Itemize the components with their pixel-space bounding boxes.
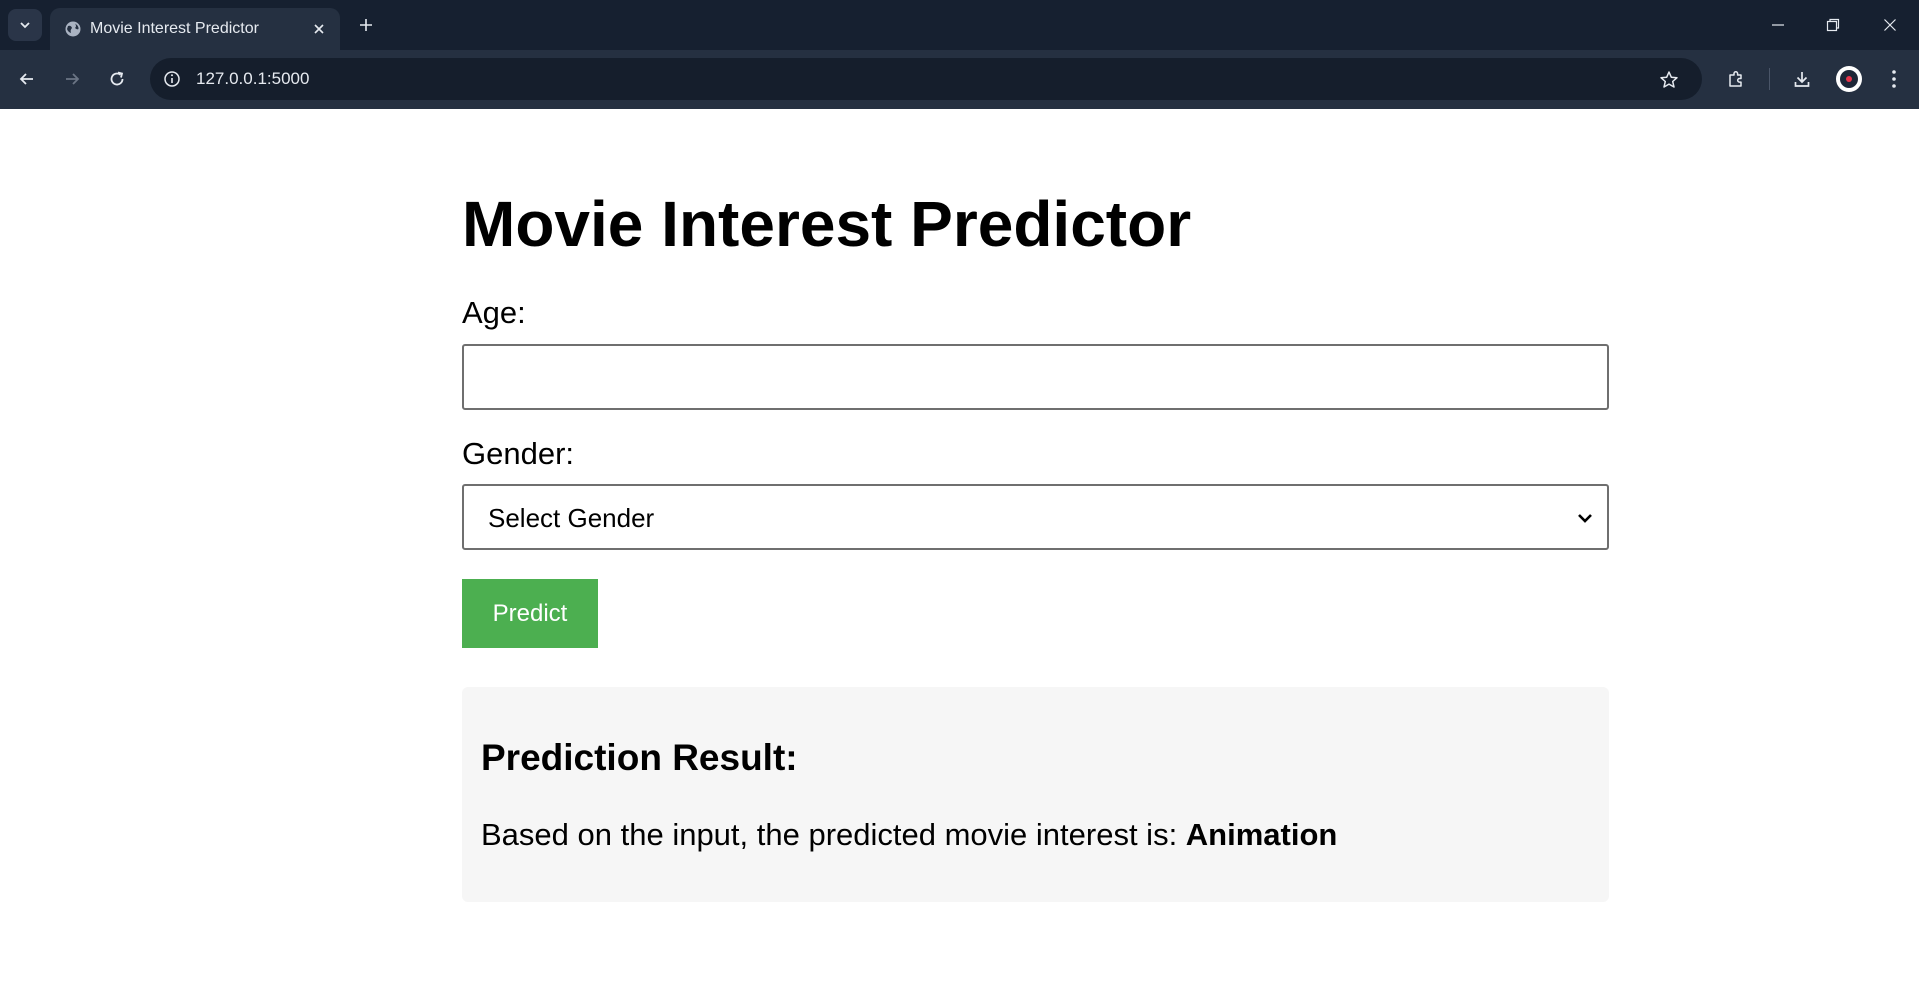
tab-title: Movie Interest Predictor [90, 20, 259, 37]
minimize-icon [1772, 24, 1784, 26]
plus-icon [360, 19, 372, 31]
close-window-button[interactable] [1872, 10, 1908, 40]
predict-button[interactable]: Predict [462, 579, 598, 648]
info-icon[interactable] [162, 69, 182, 89]
restore-button[interactable] [1815, 10, 1851, 40]
result-title: Prediction Result: [481, 737, 798, 778]
toolbar-divider [1769, 68, 1770, 90]
restore-icon [1826, 18, 1840, 32]
new-tab-button[interactable] [352, 11, 380, 39]
address-bar[interactable]: 127.0.0.1:5000 [150, 58, 1702, 100]
puzzle-icon [1729, 70, 1742, 87]
downloads-button[interactable] [1787, 64, 1817, 94]
gender-label: Gender: [462, 436, 575, 471]
arrow-right-icon [66, 73, 80, 85]
minimize-button[interactable] [1760, 10, 1796, 40]
profile-avatar[interactable] [1836, 66, 1862, 92]
prediction-result-panel: Prediction Result: Based on the input, t… [462, 687, 1609, 902]
reload-icon [110, 71, 124, 86]
age-input[interactable] [462, 344, 1609, 410]
gender-select[interactable]: Select Gender [462, 484, 1609, 550]
browser-tabstrip: Movie Interest Predictor [0, 0, 1919, 50]
bookmark-button[interactable] [1656, 67, 1682, 93]
browser-toolbar: 127.0.0.1:5000 [0, 50, 1919, 109]
gender-select-value: Select Gender [488, 503, 655, 533]
star-icon [1660, 71, 1678, 88]
back-button[interactable] [12, 64, 42, 94]
address-url: 127.0.0.1:5000 [196, 69, 310, 88]
download-icon [1794, 72, 1810, 87]
result-text-prefix: Based on the input, the predicted movie … [481, 817, 1186, 852]
avatar-dot [1846, 76, 1852, 82]
arrow-left-icon [19, 73, 33, 85]
avatar-icon [1840, 70, 1858, 88]
page-title: Movie Interest Predictor [462, 188, 1192, 260]
close-icon [314, 24, 324, 34]
forward-button[interactable] [57, 64, 87, 94]
result-text: Based on the input, the predicted movie … [481, 817, 1337, 853]
globe-icon [64, 20, 82, 38]
tab-search-button[interactable] [8, 9, 42, 41]
chevron-down-icon [20, 22, 30, 29]
browser-menu-button[interactable] [1879, 64, 1909, 94]
result-value: Animation [1185, 817, 1338, 852]
close-icon [1884, 19, 1896, 31]
extensions-button[interactable] [1721, 64, 1751, 94]
tab-close-button[interactable] [308, 18, 330, 40]
kebab-menu-icon [1892, 70, 1896, 88]
tab-active[interactable]: Movie Interest Predictor [50, 8, 340, 50]
chevron-down-icon [1575, 508, 1595, 528]
age-label: Age: [462, 295, 526, 330]
reload-button[interactable] [102, 64, 132, 94]
